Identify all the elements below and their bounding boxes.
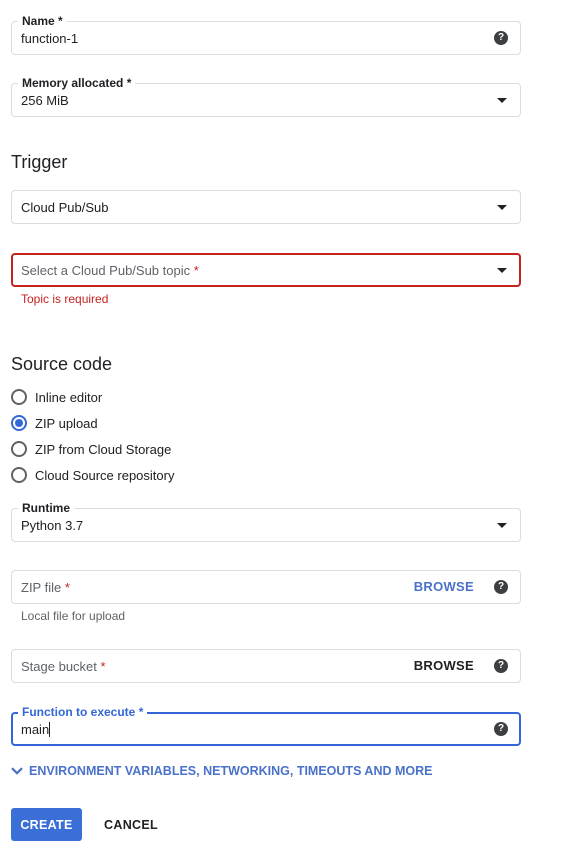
stage-bucket-placeholder: Stage bucket * (21, 659, 106, 674)
name-value: function-1 (21, 31, 79, 46)
stage-bucket-field[interactable]: Stage bucket * BROWSE ? (11, 649, 521, 683)
cancel-button[interactable]: CANCEL (97, 808, 165, 841)
radio-zip-upload[interactable]: ZIP upload (11, 414, 98, 432)
help-icon[interactable]: ? (494, 722, 508, 736)
radio-button-selected[interactable] (11, 415, 27, 431)
runtime-select[interactable]: Runtime Python 3.7 (11, 500, 521, 542)
pubsub-topic-select[interactable]: Select a Cloud Pub/Sub topic * (11, 253, 521, 287)
name-field[interactable]: Name * function-1 ? (11, 13, 521, 55)
trigger-type-value: Cloud Pub/Sub (21, 200, 109, 215)
zip-file-field[interactable]: ZIP file * BROWSE ? (11, 570, 521, 604)
source-code-heading: Source code (11, 354, 113, 374)
radio-label: ZIP upload (35, 415, 98, 431)
function-value: main (21, 722, 51, 737)
dropdown-arrow-icon (497, 98, 507, 103)
chevron-down-icon (11, 767, 23, 775)
help-icon[interactable]: ? (494, 31, 508, 45)
zip-file-placeholder: ZIP file * (21, 580, 70, 595)
trigger-type-select[interactable]: Cloud Pub/Sub (11, 190, 521, 224)
stage-bucket-browse-button[interactable]: BROWSE (414, 658, 474, 674)
memory-value: 256 MiB (21, 93, 69, 108)
radio-button[interactable] (11, 467, 27, 483)
radio-inline-editor[interactable]: Inline editor (11, 388, 102, 406)
zip-browse-button[interactable]: BROWSE (414, 579, 474, 595)
create-button[interactable]: CREATE (11, 808, 82, 841)
memory-label: Memory allocated * (18, 75, 136, 91)
advanced-settings-label: ENVIRONMENT VARIABLES, NETWORKING, TIMEO… (29, 764, 433, 778)
help-icon[interactable]: ? (494, 659, 508, 673)
function-to-execute-field[interactable]: Function to execute * main ? (11, 704, 521, 746)
help-icon[interactable]: ? (494, 580, 508, 594)
trigger-heading: Trigger (11, 152, 68, 172)
radio-cloud-source-repo[interactable]: Cloud Source repository (11, 466, 174, 484)
advanced-settings-toggle[interactable]: ENVIRONMENT VARIABLES, NETWORKING, TIMEO… (11, 764, 432, 778)
zip-file-hint: Local file for upload (21, 609, 126, 623)
radio-button[interactable] (11, 441, 27, 457)
radio-label: ZIP from Cloud Storage (35, 441, 172, 457)
text-cursor (49, 722, 51, 737)
topic-error-message: Topic is required (21, 292, 109, 306)
radio-label: Cloud Source repository (35, 467, 175, 483)
pubsub-topic-placeholder: Select a Cloud Pub/Sub topic * (21, 263, 199, 278)
memory-select[interactable]: Memory allocated * 256 MiB (11, 75, 521, 117)
name-label: Name * (18, 13, 67, 29)
radio-zip-cloud-storage[interactable]: ZIP from Cloud Storage (11, 440, 171, 458)
function-label: Function to execute * (18, 704, 148, 720)
dropdown-arrow-icon (497, 523, 507, 528)
radio-label: Inline editor (35, 389, 103, 405)
runtime-label: Runtime (18, 500, 74, 516)
radio-button[interactable] (11, 389, 27, 405)
dropdown-arrow-icon (497, 205, 507, 210)
runtime-value: Python 3.7 (21, 518, 84, 533)
dropdown-arrow-icon (497, 268, 507, 273)
